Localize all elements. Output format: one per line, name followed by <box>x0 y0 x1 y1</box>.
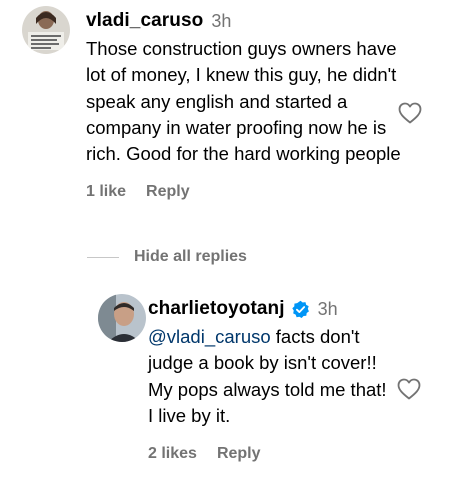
comment-like-heart-icon[interactable] <box>398 102 422 124</box>
verified-badge-icon <box>291 300 310 319</box>
reply-timestamp: 3h <box>317 298 338 319</box>
divider-line <box>87 256 119 258</box>
reply-reply-button[interactable]: Reply <box>217 445 261 463</box>
commenter-avatar-icon[interactable] <box>22 6 70 54</box>
hide-replies-label[interactable]: Hide all replies <box>134 248 247 266</box>
reply-like-count[interactable]: 2 likes <box>148 445 197 463</box>
reply-mention-link[interactable]: @vladi_caruso <box>148 326 271 347</box>
comment-timestamp: 3h <box>211 10 232 31</box>
comment: vladi_caruso 3h Those construction guys … <box>22 0 462 240</box>
reply-avatar-icon[interactable] <box>98 294 146 342</box>
comment-reply-button[interactable]: Reply <box>146 183 190 201</box>
reply-username[interactable]: charlietoyotanj <box>148 298 285 320</box>
reply-like-heart-icon[interactable] <box>397 378 421 400</box>
comment-username[interactable]: vladi_caruso <box>86 10 203 32</box>
comment-like-count[interactable]: 1 like <box>86 183 126 201</box>
comment-text: Those construction guys owners have lot … <box>86 38 401 165</box>
hide-replies-toggle[interactable]: Hide all replies <box>87 248 247 266</box>
reply-text: @vladi_caruso facts don't judge a book b… <box>148 324 388 429</box>
